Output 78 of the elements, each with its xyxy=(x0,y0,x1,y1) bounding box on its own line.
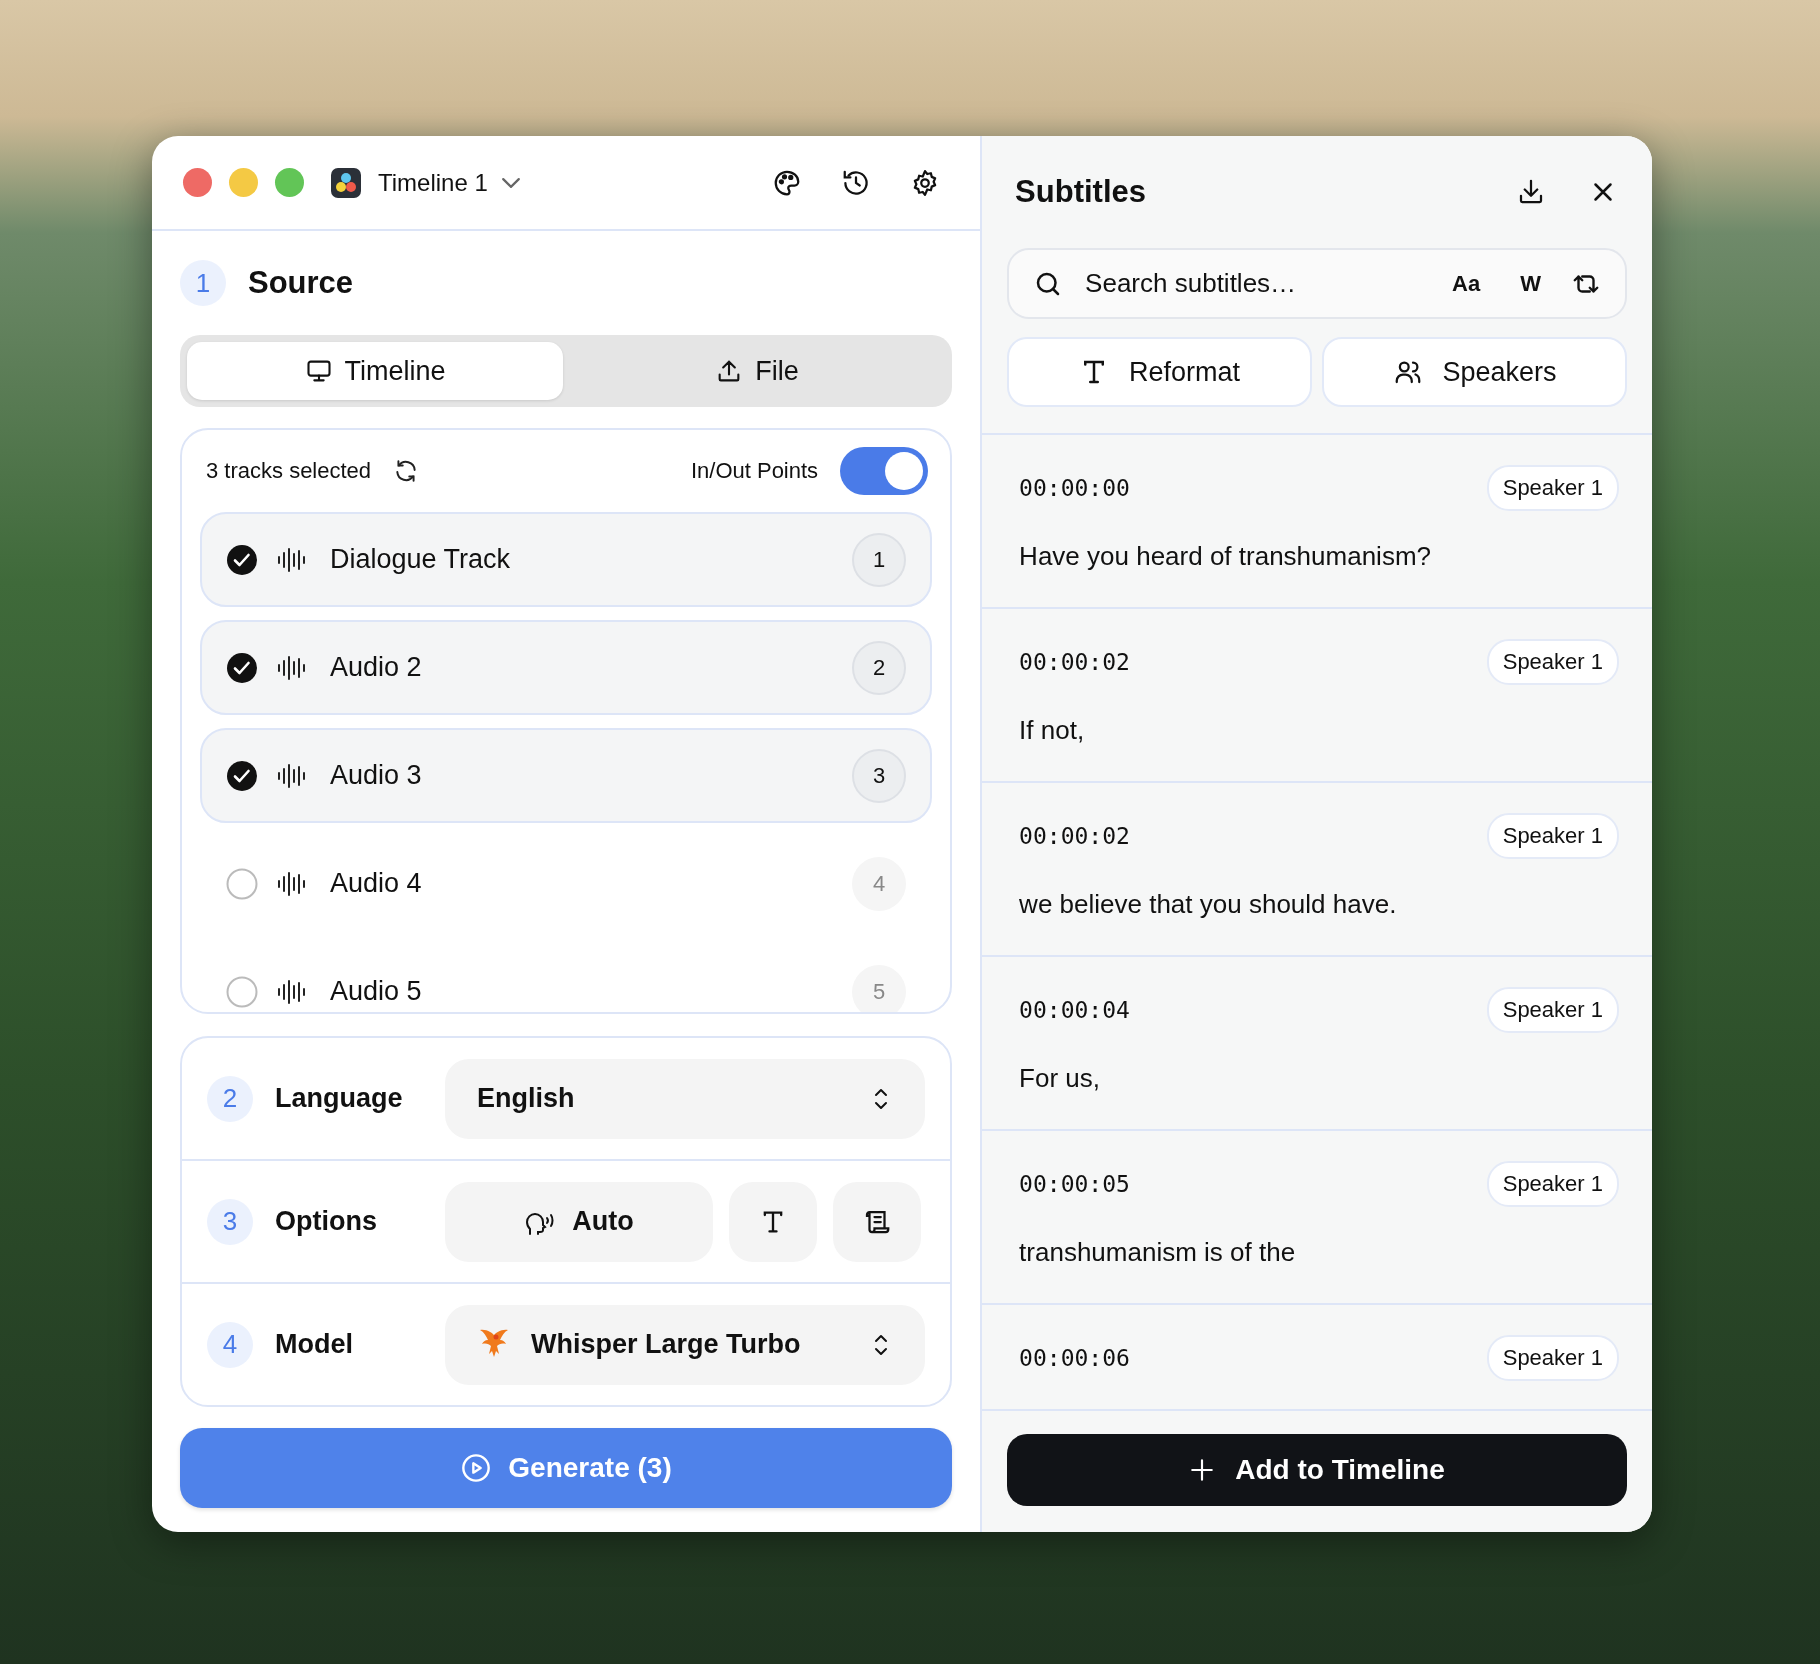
unchecked-checkbox[interactable] xyxy=(226,867,258,900)
track-name: Dialogue Track xyxy=(330,544,511,575)
source-tab[interactable]: Timeline xyxy=(187,342,564,400)
waveform-icon xyxy=(276,545,308,574)
subtitle-entry[interactable]: 00:00:02 Speaker 1 If not, xyxy=(982,609,1652,783)
search-option-toggle[interactable]: Aa xyxy=(1442,270,1491,297)
subtitle-entry[interactable]: 00:00:02 Speaker 1 we believe that you should have. xyxy=(982,783,1652,957)
step-number: 3 xyxy=(207,1198,253,1245)
timestamp: 00:00:05 xyxy=(1019,1171,1130,1197)
subtitle-text: Have you heard of transhumanism? xyxy=(1019,541,1432,572)
subtitle-entry[interactable]: 00:00:04 Speaker 1 For us, xyxy=(982,957,1652,1131)
speaker-tag[interactable]: Speaker 1 xyxy=(1486,813,1619,859)
script-button[interactable] xyxy=(833,1181,921,1262)
timestamp: 00:00:02 xyxy=(1019,823,1130,849)
subtitle-text: For us, xyxy=(1019,1063,1102,1094)
track-name: Audio 3 xyxy=(330,760,422,791)
app-logo-icon xyxy=(331,167,361,198)
checked-checkbox[interactable] xyxy=(226,651,258,684)
track-row[interactable]: Audio 5 5 xyxy=(200,944,933,1012)
options-label: Options xyxy=(275,1206,378,1237)
add-to-timeline-button[interactable]: Add to Timeline xyxy=(1007,1434,1627,1506)
track-name: Audio 2 xyxy=(330,652,422,683)
track-row[interactable]: Audio 2 2 xyxy=(200,620,933,715)
track-number-badge: 2 xyxy=(852,640,907,695)
subtitle-text: If not, xyxy=(1019,715,1086,746)
track-row[interactable]: Audio 3 3 xyxy=(200,728,933,823)
in-out-points-label: In/Out Points xyxy=(690,458,819,484)
speaker-detection-button[interactable]: Auto xyxy=(445,1181,713,1262)
reformat-button[interactable]: Reformat xyxy=(1007,337,1313,407)
speaker-tag[interactable]: Speaker 1 xyxy=(1486,639,1619,685)
timestamp: 00:00:02 xyxy=(1019,649,1130,675)
waveform-icon xyxy=(276,977,308,1006)
waveform-icon xyxy=(276,653,308,682)
track-number-badge: 1 xyxy=(852,532,907,587)
timestamp: 00:00:06 xyxy=(1019,1345,1130,1371)
model-label: Model xyxy=(275,1329,354,1360)
step-number: 1 xyxy=(180,260,226,306)
unchecked-checkbox[interactable] xyxy=(226,975,258,1008)
speaker-tag[interactable]: Speaker 1 xyxy=(1486,1161,1619,1207)
subtitle-entry[interactable]: 00:00:05 Speaker 1 transhumanism is of the xyxy=(982,1131,1652,1305)
track-number-badge: 5 xyxy=(852,964,907,1012)
in-out-points-toggle[interactable] xyxy=(840,447,929,495)
waveform-icon xyxy=(276,869,308,898)
subtitle-text: transhumanism is of the xyxy=(1019,1237,1297,1268)
panel-title: Subtitles xyxy=(1015,174,1146,210)
source-tab[interactable]: File xyxy=(569,342,946,400)
speakers-button[interactable]: Speakers xyxy=(1322,337,1627,407)
timeline-dropdown[interactable]: Timeline 1 xyxy=(378,168,520,197)
track-name: Audio 4 xyxy=(330,868,422,899)
tracks-summary: 3 tracks selected xyxy=(206,458,372,484)
chevron-down-icon xyxy=(501,177,520,188)
timestamp: 00:00:04 xyxy=(1019,997,1130,1023)
track-row[interactable]: Dialogue Track 1 xyxy=(200,512,933,607)
step-number: 4 xyxy=(207,1321,253,1368)
language-label: Language xyxy=(275,1083,404,1114)
step-number: 2 xyxy=(207,1075,253,1122)
track-number-badge: 3 xyxy=(852,748,907,803)
checked-checkbox[interactable] xyxy=(226,543,258,576)
model-select[interactable]: Whisper Large Turbo xyxy=(445,1304,926,1385)
waveform-icon xyxy=(276,761,308,790)
timestamp: 00:00:00 xyxy=(1019,475,1130,501)
track-number-badge: 4 xyxy=(852,856,907,911)
generate-button[interactable]: Generate (3) xyxy=(180,1428,953,1508)
language-select[interactable]: English xyxy=(445,1058,926,1139)
checked-checkbox[interactable] xyxy=(226,759,258,792)
track-row[interactable]: Audio 4 4 xyxy=(200,836,933,931)
search-field[interactable]: Search subtitles… Aa W xyxy=(1007,248,1627,319)
track-name: Audio 5 xyxy=(330,976,422,1007)
plus-icon xyxy=(1189,1457,1216,1483)
speaker-tag[interactable]: Speaker 1 xyxy=(1486,465,1619,511)
speaker-tag[interactable]: Speaker 1 xyxy=(1486,1335,1619,1381)
subtitle-text: we believe that you should have. xyxy=(1019,889,1398,920)
section-title: Source xyxy=(248,265,354,301)
search-option-toggle[interactable]: W xyxy=(1510,270,1551,297)
subtitle-entry[interactable]: 00:00:00 Speaker 1 Have you heard of transhumanism? xyxy=(982,435,1652,609)
play-circle-icon xyxy=(460,1452,493,1484)
speaker-tag[interactable]: Speaker 1 xyxy=(1486,987,1619,1033)
close-window-button[interactable] xyxy=(183,168,212,197)
